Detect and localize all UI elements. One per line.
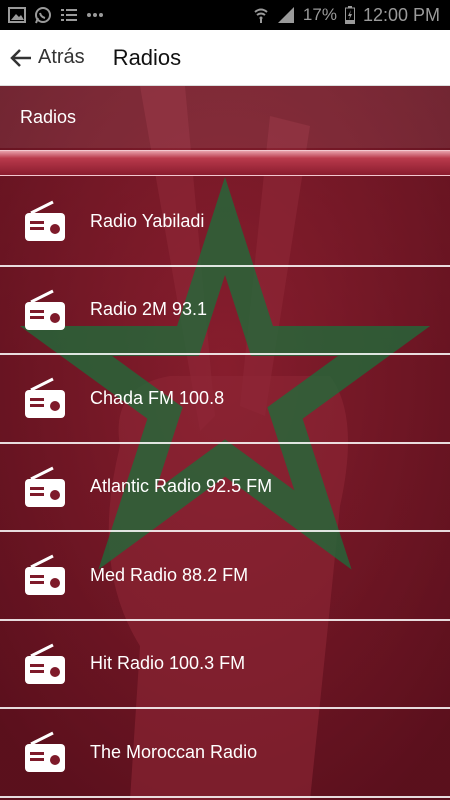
radio-icon bbox=[22, 464, 68, 510]
radio-item-moroccan[interactable]: The Moroccan Radio bbox=[0, 709, 450, 798]
back-button[interactable]: Atrás bbox=[0, 30, 95, 85]
radio-item-2m[interactable]: Radio 2M 93.1 bbox=[0, 267, 450, 355]
radio-label: Med Radio 88.2 FM bbox=[90, 564, 249, 585]
radio-icon bbox=[22, 375, 68, 421]
status-left bbox=[8, 6, 104, 24]
radio-icon bbox=[22, 287, 68, 333]
section-header: Radios bbox=[0, 86, 450, 148]
status-bar: 17% 12:00 PM bbox=[0, 0, 450, 30]
wifi-icon bbox=[253, 6, 269, 24]
radio-item-yabiladi[interactable]: Radio Yabiladi bbox=[0, 178, 450, 267]
radio-icon bbox=[22, 552, 68, 598]
radio-label: Radio 2M 93.1 bbox=[90, 299, 208, 320]
status-right: 17% 12:00 PM bbox=[253, 5, 440, 26]
battery-icon bbox=[344, 6, 355, 24]
radio-label: The Moroccan Radio bbox=[90, 741, 258, 762]
radio-icon bbox=[22, 198, 68, 244]
image-icon bbox=[8, 7, 26, 23]
page-title: Radios bbox=[112, 44, 182, 70]
list-icon bbox=[60, 7, 78, 23]
signal-icon bbox=[277, 6, 295, 24]
content-area: Radios Radio Yabiladi Radio 2M 93.1 Chad… bbox=[0, 86, 450, 800]
radio-item-hit[interactable]: Hit Radio 100.3 FM bbox=[0, 621, 450, 709]
radio-item-med[interactable]: Med Radio 88.2 FM bbox=[0, 532, 450, 621]
radio-list: Radio Yabiladi Radio 2M 93.1 Chada FM 10… bbox=[0, 178, 450, 798]
radio-label: Atlantic Radio 92.5 FM bbox=[90, 476, 273, 497]
arrow-back-icon bbox=[10, 48, 32, 68]
section-divider bbox=[0, 150, 450, 176]
back-label: Atrás bbox=[38, 46, 85, 68]
battery-percent: 17% bbox=[302, 5, 337, 24]
radio-label: Chada FM 100.8 bbox=[90, 387, 225, 408]
radio-label: Hit Radio 100.3 FM bbox=[90, 653, 246, 674]
more-icon bbox=[86, 12, 104, 18]
radio-label: Radio Yabiladi bbox=[90, 210, 205, 231]
radio-icon bbox=[22, 729, 68, 775]
status-time: 12:00 PM bbox=[362, 4, 440, 25]
radio-item-chada[interactable]: Chada FM 100.8 bbox=[0, 355, 450, 444]
radio-item-atlantic[interactable]: Atlantic Radio 92.5 FM bbox=[0, 444, 450, 532]
whatsapp-icon bbox=[34, 6, 52, 24]
app-bar: Atrás Radios bbox=[0, 30, 450, 86]
radio-icon bbox=[22, 641, 68, 687]
